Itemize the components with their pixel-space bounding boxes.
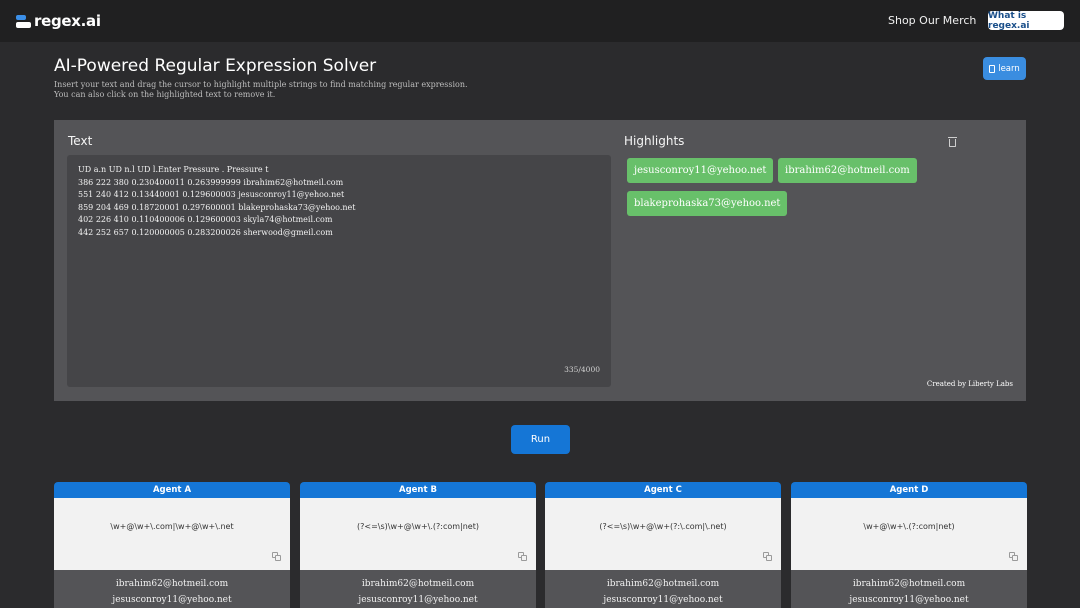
agent-regex: (?<=\s)\w+@\w+(?:\.com|\.net) bbox=[599, 522, 727, 531]
page-title: AI-Powered Regular Expression Solver bbox=[54, 56, 377, 76]
copy-icon[interactable] bbox=[272, 552, 281, 561]
text-line: UD a.n UD n.l UD l.Enter Pressure . Pres… bbox=[78, 165, 269, 174]
highlight-chip[interactable]: jesusconroy11@yehoo.net bbox=[627, 158, 774, 183]
agent-name: Agent B bbox=[300, 482, 536, 498]
learn-button[interactable]: learn bbox=[983, 57, 1026, 80]
logo-text: regex.ai bbox=[34, 12, 101, 30]
agent-name: Agent A bbox=[54, 482, 290, 498]
top-bar: regex.ai Shop Our Merch What is regex.ai bbox=[0, 0, 1080, 42]
agent-regex-box: (?<=\s)\w+@\w+(?:\.com|\.net) bbox=[545, 498, 781, 570]
text-line: 859 204 469 0.18720001 0.297600001 blake… bbox=[78, 202, 356, 212]
agent-regex-box: (?<=\s)\w+@\w+\.(?:com|net) bbox=[300, 498, 536, 570]
highlights-label: Highlights bbox=[624, 134, 685, 148]
page-subtitle: Insert your text and drag the cursor to … bbox=[54, 80, 468, 99]
agent-result: jesusconroy11@yehoo.net bbox=[849, 595, 969, 605]
agent-result: jesusconroy11@yehoo.net bbox=[358, 595, 478, 605]
text-line: 386 222 380 0.230400011 0.263999999 ibra… bbox=[78, 177, 344, 187]
agent-results: ibrahim62@hotmeil.com jesusconroy11@yeho… bbox=[54, 570, 290, 608]
text-input[interactable]: UD a.n UD n.l UD l.Enter Pressure . Pres… bbox=[67, 155, 611, 387]
text-line: 442 252 657 0.120000005 0.283200026 sher… bbox=[78, 227, 333, 237]
agent-regex-box: \w+@\w+\.(?:com|net) bbox=[791, 498, 1027, 570]
text-line: 402 226 410 0.110400006 0.129600003 skyl… bbox=[78, 215, 333, 225]
what-is-button[interactable]: What is regex.ai bbox=[988, 11, 1064, 31]
agent-card-a: Agent A \w+@\w+\.com|\w+@\w+\.net ibrahi… bbox=[54, 482, 290, 608]
agent-result: ibrahim62@hotmeil.com bbox=[361, 579, 475, 589]
text-label: Text bbox=[68, 134, 93, 148]
agent-results: ibrahim62@hotmeil.com jesusconroy11@yeho… bbox=[791, 570, 1027, 608]
editor-panel: Text Highlights UD a.n UD n.l UD l.Enter… bbox=[54, 120, 1026, 401]
character-counter: 335/4000 bbox=[564, 365, 600, 375]
agent-regex: \w+@\w+\.(?:com|net) bbox=[863, 522, 955, 531]
agent-result: ibrahim62@hotmeil.com bbox=[852, 579, 966, 589]
copy-icon[interactable] bbox=[763, 552, 772, 561]
book-icon bbox=[989, 64, 996, 73]
trash-icon[interactable] bbox=[948, 137, 957, 147]
agent-results: ibrahim62@hotmeil.com jesusconroy11@yeho… bbox=[300, 570, 536, 608]
run-button[interactable]: Run bbox=[511, 425, 570, 454]
agent-result: jesusconroy11@yehoo.net bbox=[603, 595, 723, 605]
agent-card-b: Agent B (?<=\s)\w+@\w+\.(?:com|net) ibra… bbox=[300, 482, 536, 608]
agent-result: jesusconroy11@yehoo.net bbox=[112, 595, 232, 605]
credit-text: Created by Liberty Labs bbox=[926, 380, 1013, 388]
agent-regex: \w+@\w+\.com|\w+@\w+\.net bbox=[110, 522, 234, 531]
subtitle-line: You can also click on the highlighted te… bbox=[54, 89, 276, 99]
agent-name: Agent D bbox=[791, 482, 1027, 498]
subtitle-line: Insert your text and drag the cursor to … bbox=[54, 80, 468, 89]
text-line: 551 240 412 0.13440001 0.129600003 jesus… bbox=[78, 190, 345, 200]
agent-results: ibrahim62@hotmeil.com jesusconroy11@yeho… bbox=[545, 570, 781, 608]
agent-regex-box: \w+@\w+\.com|\w+@\w+\.net bbox=[54, 498, 290, 570]
agent-card-c: Agent C (?<=\s)\w+@\w+(?:\.com|\.net) ib… bbox=[545, 482, 781, 608]
shop-merch-link[interactable]: Shop Our Merch bbox=[888, 14, 976, 27]
agent-name: Agent C bbox=[545, 482, 781, 498]
logo[interactable]: regex.ai bbox=[16, 10, 101, 32]
agent-card-d: Agent D \w+@\w+\.(?:com|net) ibrahim62@h… bbox=[791, 482, 1027, 608]
logo-icon bbox=[16, 14, 31, 29]
highlight-chip[interactable]: blakeprohaska73@yehoo.net bbox=[627, 191, 788, 216]
learn-button-label: learn bbox=[998, 63, 1020, 74]
copy-icon[interactable] bbox=[518, 552, 527, 561]
agent-regex: (?<=\s)\w+@\w+\.(?:com|net) bbox=[357, 522, 479, 531]
agent-result: ibrahim62@hotmeil.com bbox=[606, 579, 720, 589]
agent-result: ibrahim62@hotmeil.com bbox=[115, 579, 229, 589]
copy-icon[interactable] bbox=[1009, 552, 1018, 561]
highlight-chip[interactable]: ibrahim62@hotmeil.com bbox=[778, 158, 917, 183]
